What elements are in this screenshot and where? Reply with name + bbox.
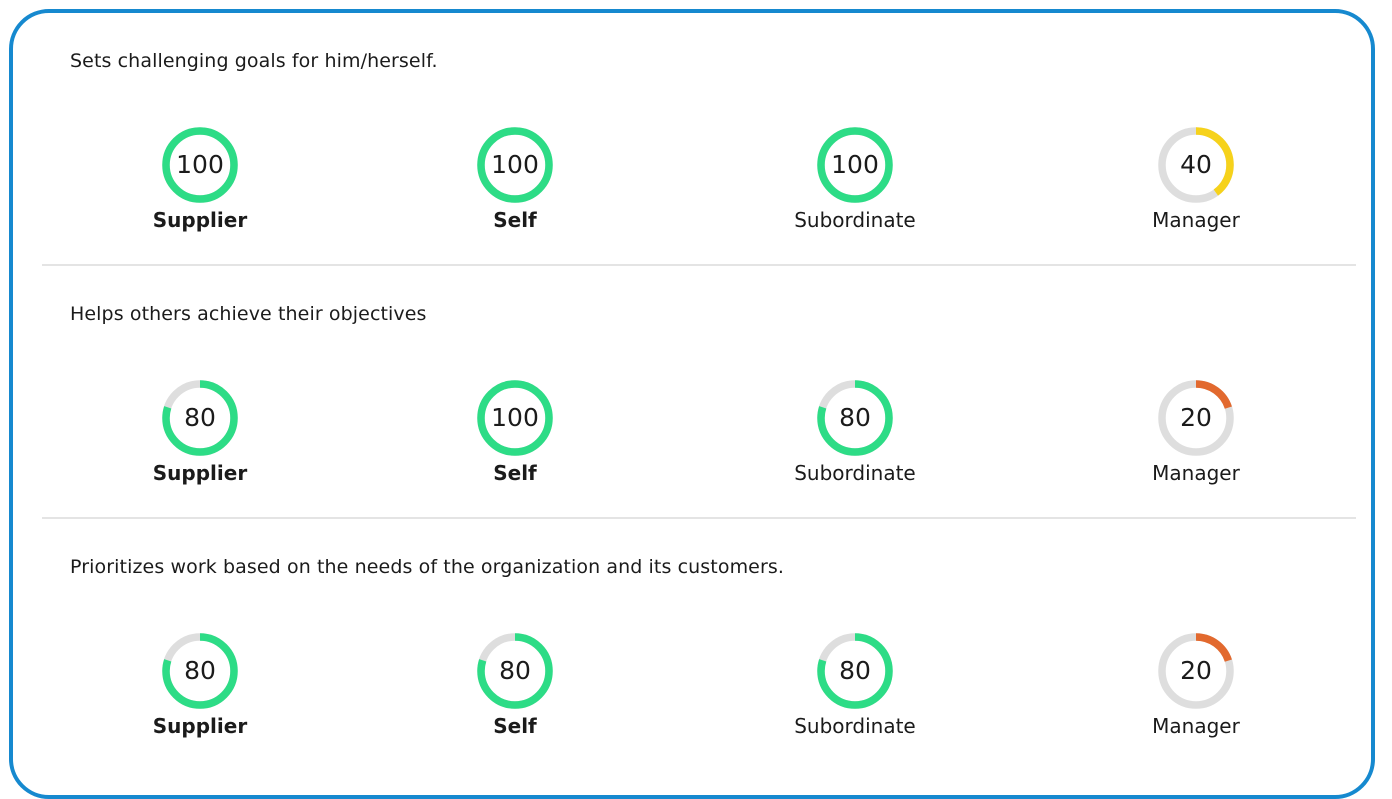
score-ring: 80 <box>477 633 553 709</box>
score-ring: 20 <box>1158 380 1234 456</box>
rater-label: Self <box>493 461 537 485</box>
score-subordinate: 80 Subordinate <box>755 379 955 485</box>
score-self: 80 Self <box>415 632 615 738</box>
score-value: 80 <box>184 403 216 432</box>
rater-label: Manager <box>1152 461 1240 485</box>
score-subordinate: 80 Subordinate <box>755 632 955 738</box>
score-subordinate: 100 Subordinate <box>755 126 955 232</box>
score-value: 80 <box>839 403 871 432</box>
question-text: Prioritizes work based on the needs of t… <box>70 556 785 578</box>
score-value: 100 <box>176 150 224 179</box>
score-value: 40 <box>1180 150 1212 179</box>
score-ring: 80 <box>817 633 893 709</box>
question-section-1: Sets challenging goals for him/herself. … <box>13 13 1371 266</box>
score-ring: 80 <box>817 380 893 456</box>
rater-label: Subordinate <box>794 208 916 232</box>
rater-label: Manager <box>1152 714 1240 738</box>
score-value: 80 <box>499 656 531 685</box>
score-value: 100 <box>491 150 539 179</box>
score-ring: 40 <box>1158 127 1234 203</box>
rater-label: Self <box>493 208 537 232</box>
score-self: 100 Self <box>415 126 615 232</box>
question-section-2: Helps others achieve their objectives 80… <box>13 266 1371 519</box>
score-manager: 40 Manager <box>1096 126 1296 232</box>
score-ring: 100 <box>817 127 893 203</box>
score-value: 100 <box>831 150 879 179</box>
question-section-3: Prioritizes work based on the needs of t… <box>13 519 1371 772</box>
score-supplier: 100 Supplier <box>100 126 300 232</box>
question-text: Sets challenging goals for him/herself. <box>70 50 438 72</box>
rater-label: Subordinate <box>794 714 916 738</box>
score-supplier: 80 Supplier <box>100 379 300 485</box>
rater-label: Subordinate <box>794 461 916 485</box>
feedback-card: Sets challenging goals for him/herself. … <box>9 9 1375 799</box>
score-manager: 20 Manager <box>1096 632 1296 738</box>
score-ring: 80 <box>162 633 238 709</box>
rater-label: Self <box>493 714 537 738</box>
rater-label: Supplier <box>152 208 248 232</box>
score-manager: 20 Manager <box>1096 379 1296 485</box>
score-ring: 100 <box>477 380 553 456</box>
rater-label: Supplier <box>152 461 248 485</box>
score-self: 100 Self <box>415 379 615 485</box>
score-value: 20 <box>1180 656 1212 685</box>
score-value: 80 <box>839 656 871 685</box>
score-ring: 100 <box>162 127 238 203</box>
score-value: 20 <box>1180 403 1212 432</box>
score-ring: 80 <box>162 380 238 456</box>
score-supplier: 80 Supplier <box>100 632 300 738</box>
score-ring: 100 <box>477 127 553 203</box>
score-value: 80 <box>184 656 216 685</box>
rater-label: Supplier <box>152 714 248 738</box>
question-text: Helps others achieve their objectives <box>70 303 427 325</box>
rater-label: Manager <box>1152 208 1240 232</box>
score-value: 100 <box>491 403 539 432</box>
score-ring: 20 <box>1158 633 1234 709</box>
